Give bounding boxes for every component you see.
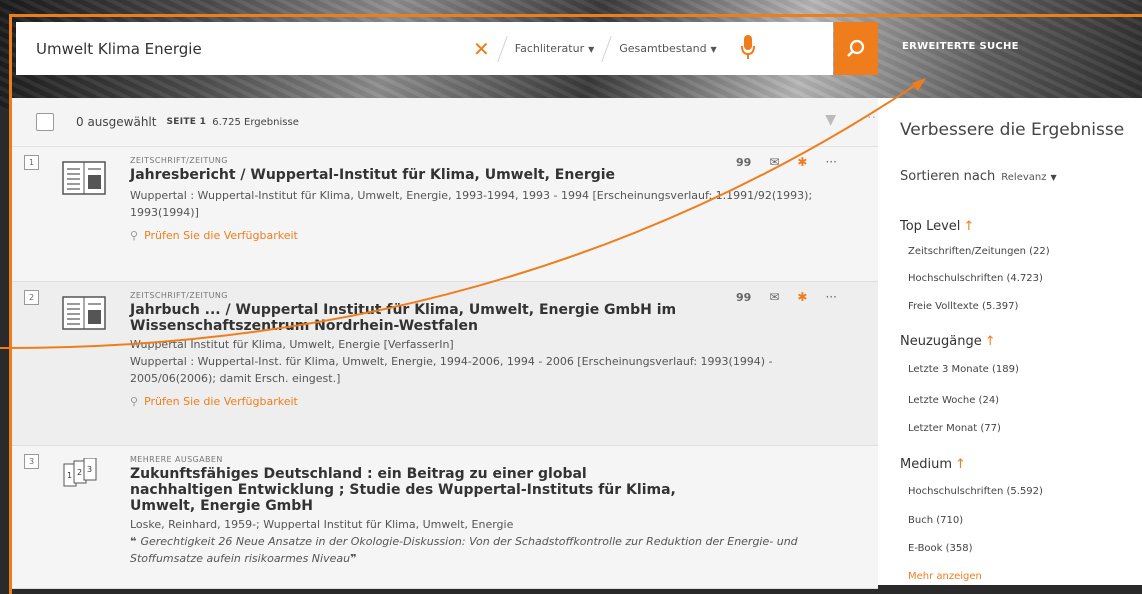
location-icon: ⚲ [130, 229, 139, 242]
availability-link[interactable]: ⚲ Prüfen Sie die Verfügbarkeit [130, 395, 820, 408]
result-publication: Wuppertal : Wuppertal-Inst. für Klima, U… [130, 355, 773, 385]
facet-item[interactable]: Letzter Monat (77) [908, 423, 1001, 434]
caret-down-icon: ▼ [1050, 173, 1057, 182]
divider [601, 35, 612, 62]
availability-link[interactable]: ⚲ Prüfen Sie die Verfügbarkeit [130, 229, 820, 242]
scope-dropdown-literature[interactable]: Fachliteratur ▼ [515, 42, 595, 55]
facet-heading-medium[interactable]: Medium ↑ [900, 457, 966, 472]
advanced-search-link[interactable]: ERWEITERTE SUCHE [902, 41, 1019, 52]
result-type: ZEITSCHRIFT/ZEITUNG [130, 156, 228, 165]
list-item: 3 123 MEHRERE AUSGABEN Zukunftsfähiges D… [12, 446, 878, 589]
facet-heading-top-level[interactable]: Top Level ↑ [900, 219, 974, 234]
search-button[interactable] [834, 22, 878, 75]
facet-heading-label: Top Level [900, 219, 961, 234]
facet-item[interactable]: Letzte Woche (24) [908, 395, 999, 406]
quote-open-icon: ❝ [130, 535, 137, 548]
result-title[interactable]: Jahrbuch ... / Wuppertal Institut für Kl… [130, 302, 690, 334]
availability-label: Prüfen Sie die Verfügbarkeit [144, 229, 298, 242]
search-bar: ✕ Fachliteratur▼ Gesamtbestand▼ [16, 22, 833, 75]
mail-icon[interactable]: ✉ [769, 155, 779, 169]
search-input[interactable] [34, 38, 448, 59]
result-number: 2 [24, 290, 39, 305]
result-author: Wuppertal Institut für Klima, Umwelt, En… [130, 338, 454, 351]
results-toolbar: 0 ausgewählt SEITE 1 6.725 Ergebnisse ▼ … [12, 98, 878, 147]
facet-item[interactable]: Hochschulschriften (5.592) [908, 486, 1043, 497]
refine-panel: Verbessere die Ergebnisse Sortieren nach… [878, 98, 1142, 585]
result-author: Loske, Reinhard, 1959-; Wuppertal Instit… [130, 518, 514, 531]
newspaper-icon [62, 296, 106, 334]
facet-item[interactable]: Hochschulschriften (4.723) [908, 273, 1043, 284]
result-content: ZEITSCHRIFT/ZEITUNG Jahresbericht / Wupp… [130, 156, 820, 242]
result-number: 3 [24, 454, 39, 469]
result-title[interactable]: Jahresbericht / Wuppertal-Institut für K… [130, 167, 820, 183]
divider [497, 35, 508, 62]
scope-dropdown-holdings[interactable]: Gesamtbestand ▼ [619, 42, 716, 55]
more-icon[interactable]: ··· [825, 155, 836, 169]
caret-down-icon: ▼ [588, 45, 595, 54]
arrow-up-icon: ↑ [954, 457, 966, 472]
result-publication: Wuppertal : Wuppertal-Institut für Klima… [130, 189, 813, 219]
result-quote: ❝ Gerechtigkeit 26 Neue Ansatze in der Ok… [130, 533, 820, 567]
quote-close-icon: ❞ [350, 552, 357, 565]
newspaper-icon [62, 161, 106, 199]
more-icon[interactable]: ··· [825, 290, 836, 304]
show-more-link[interactable]: Mehr anzeigen [908, 571, 982, 582]
facet-item[interactable]: Zeitschriften/Zeitungen (22) [908, 246, 1050, 257]
sort-value: Relevanz [1001, 172, 1047, 183]
result-content: ZEITSCHRIFT/ZEITUNG Jahrbuch ... / Wuppe… [130, 291, 820, 408]
scope-dropdown-label: Fachliteratur [514, 42, 585, 55]
location-icon: ⚲ [130, 395, 139, 408]
facet-item[interactable]: Buch (710) [908, 515, 963, 526]
results-panel: 0 ausgewählt SEITE 1 6.725 Ergebnisse ▼ … [12, 98, 878, 589]
quote-text: Gerechtigkeit 26 Neue Ansatze in der Oko… [130, 535, 798, 565]
result-actions: 99 ✉ ✱ ··· [736, 155, 837, 169]
sort-control[interactable]: Sortieren nach Relevanz ▼ [900, 169, 1057, 184]
arrow-up-icon: ↑ [984, 334, 996, 349]
result-count: 6.725 Ergebnisse [212, 116, 299, 128]
sort-label: Sortieren nach [900, 169, 996, 184]
caret-down-icon: ▼ [710, 45, 717, 54]
result-title[interactable]: Zukunftsfähiges Deutschland : ein Beitra… [130, 466, 690, 514]
facet-item[interactable]: Freie Volltexte (5.397) [908, 301, 1018, 312]
more-icon[interactable]: ··· [863, 110, 876, 126]
list-item: 1 ZEITSCHRIFT/ZEITUNG Jahresbericht / Wu… [12, 147, 878, 282]
list-item: 2 ZEITSCHRIFT/ZEITUNG Jahrbuch ... / Wup… [12, 282, 878, 446]
pin-icon[interactable]: ✱ [797, 155, 807, 169]
result-content: MEHRERE AUSGABEN Zukunftsfähiges Deutsch… [130, 455, 820, 567]
facet-item[interactable]: Letzte 3 Monate (189) [908, 364, 1019, 375]
search-icon [847, 39, 865, 57]
svg-text:1: 1 [67, 471, 72, 480]
facet-heading-label: Neuzugänge [900, 334, 982, 349]
facet-item[interactable]: E-Book (358) [908, 543, 973, 554]
selected-count: 0 ausgewählt [76, 115, 157, 129]
mail-icon[interactable]: ✉ [769, 290, 779, 304]
result-number: 1 [24, 155, 39, 170]
pin-icon[interactable]: ✱ [797, 290, 807, 304]
multiple-editions-icon: 123 [62, 457, 102, 494]
microphone-icon[interactable] [739, 34, 757, 63]
result-type: MEHRERE AUSGABEN [130, 455, 223, 464]
svg-text:3: 3 [87, 465, 92, 474]
arrow-up-icon: ↑ [963, 219, 975, 234]
scope-dropdown-label: Gesamtbestand [619, 42, 707, 55]
page-label: SEITE 1 [166, 117, 207, 127]
facet-heading-new-arrivals[interactable]: Neuzugänge ↑ [900, 334, 996, 349]
availability-label: Prüfen Sie die Verfügbarkeit [144, 395, 298, 408]
result-type: ZEITSCHRIFT/ZEITUNG [130, 291, 228, 300]
cite-icon[interactable]: 99 [736, 156, 751, 169]
pin-icon[interactable]: ▼ [825, 112, 836, 128]
cite-icon[interactable]: 99 [736, 291, 751, 304]
result-actions: 99 ✉ ✱ ··· [736, 290, 837, 304]
clear-icon[interactable]: ✕ [473, 37, 490, 61]
svg-text:2: 2 [77, 468, 82, 477]
facet-heading-label: Medium [900, 457, 952, 472]
select-all-checkbox[interactable] [36, 113, 54, 131]
refine-title: Verbessere die Ergebnisse [900, 120, 1125, 140]
